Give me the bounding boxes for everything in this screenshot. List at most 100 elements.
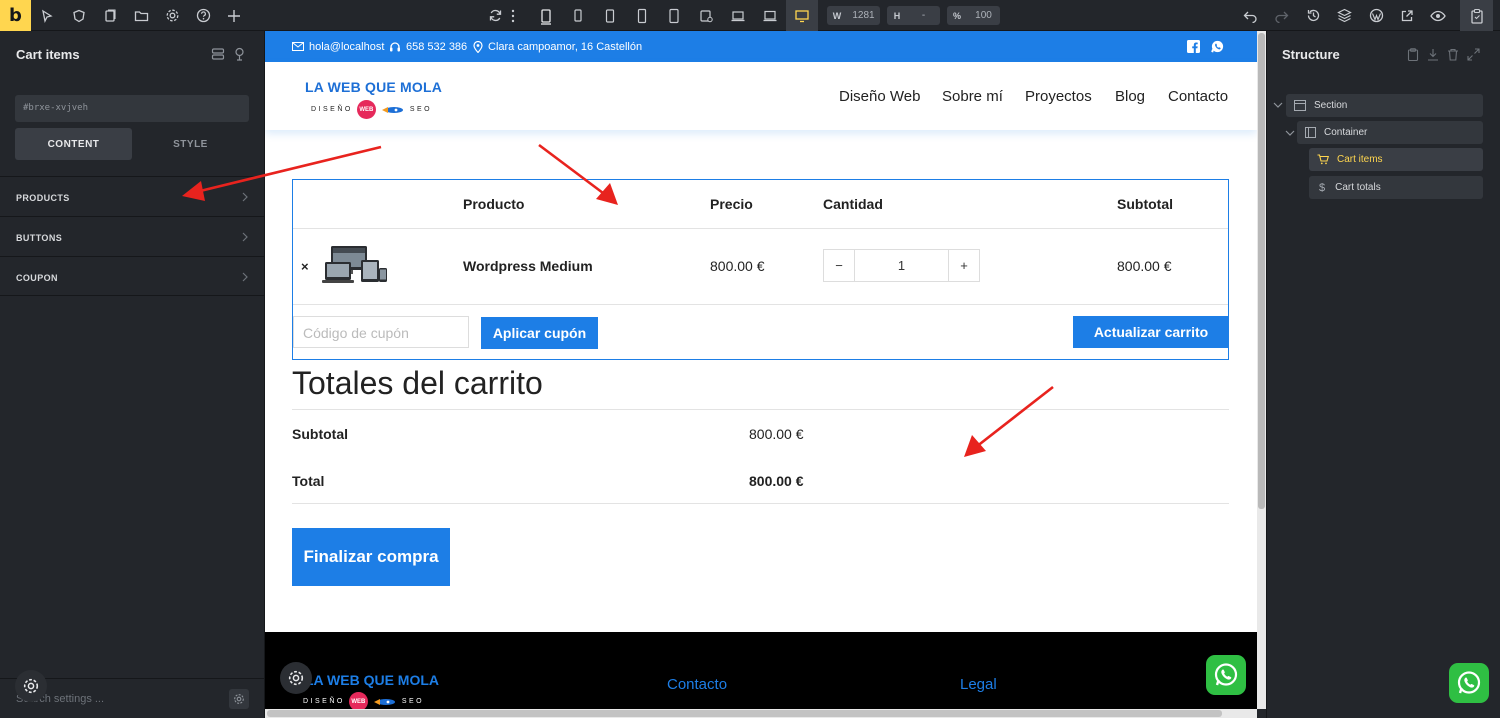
redo-icon[interactable] [1265, 0, 1297, 31]
accordion-coupon[interactable]: COUPON [0, 256, 264, 296]
floating-settings-gear-icon[interactable] [15, 670, 47, 702]
breakpoint-widescreen-icon[interactable] [786, 0, 818, 31]
download-icon[interactable] [1427, 48, 1439, 61]
qty-plus-button[interactable]: + [948, 250, 979, 281]
accordion-coupon-label: COUPON [16, 273, 58, 283]
breakpoint-mobile-portrait-icon[interactable] [562, 0, 594, 31]
totals-subtotal-label: Subtotal [292, 426, 348, 442]
search-settings-gear-icon[interactable] [229, 689, 249, 709]
tree-node-cart-items[interactable]: Cart items [1309, 148, 1483, 171]
footer-logo-name[interactable]: LA WEB QUE MOLA [305, 672, 439, 688]
apply-coupon-button[interactable]: Aplicar cupón [481, 317, 598, 349]
layers-icon[interactable] [1328, 0, 1360, 31]
canvas-height-field[interactable]: H - [887, 6, 940, 25]
wordpress-icon[interactable] [1360, 0, 1392, 31]
pin-icon[interactable] [233, 47, 246, 61]
external-link-icon[interactable] [1391, 0, 1423, 31]
chevron-right-icon [242, 232, 248, 242]
scrollbar-thumb[interactable] [1258, 33, 1265, 509]
coupon-code-input[interactable]: Código de cupón [293, 316, 469, 348]
tab-style[interactable]: STYLE [132, 128, 249, 160]
topbar-phone[interactable]: 658 532 386 [389, 41, 467, 53]
cart-items-table[interactable]: Producto Precio Cantidad Subtotal × Word… [292, 179, 1229, 360]
whatsapp-float-icon[interactable] [1449, 663, 1489, 703]
select-cursor-icon[interactable] [31, 0, 63, 31]
breakpoint-base-icon[interactable] [530, 0, 562, 31]
topbar-address-text: Clara campoamor, 16 Castellón [488, 40, 643, 53]
expand-icon[interactable] [1467, 48, 1480, 61]
class-manager-icon[interactable] [211, 47, 225, 61]
col-header-precio: Precio [710, 196, 753, 212]
builder-toolbar: b W 1281 H - % 100 [0, 0, 1500, 31]
nav-proyectos[interactable]: Proyectos [1025, 88, 1092, 105]
nav-blog[interactable]: Blog [1115, 88, 1145, 105]
quantity-stepper[interactable]: − 1 + [823, 249, 980, 282]
topbar-email[interactable]: hola@localhost [292, 41, 384, 53]
breakpoint-tablet-landscape-icon[interactable] [690, 0, 722, 31]
scrollbar-thumb[interactable] [267, 710, 1222, 717]
nav-sobre-mi[interactable]: Sobre mí [942, 88, 1003, 105]
remove-item-button[interactable]: × [301, 259, 309, 274]
chevron-down-icon[interactable] [1273, 102, 1283, 108]
qty-input[interactable]: 1 [855, 250, 948, 281]
tree-node-section[interactable]: Section [1286, 94, 1483, 117]
canvas-vertical-scrollbar[interactable] [1257, 31, 1266, 709]
add-element-icon[interactable] [218, 0, 250, 31]
checkout-button[interactable]: Finalizar compra [292, 528, 450, 586]
nav-diseno-web[interactable]: Diseño Web [839, 88, 920, 105]
preview-eye-icon[interactable] [1422, 0, 1454, 31]
map-pin-icon [473, 40, 483, 53]
whatsapp-float-icon[interactable] [1206, 655, 1246, 695]
product-thumbnail[interactable] [321, 242, 391, 290]
product-name-link[interactable]: Wordpress Medium [463, 258, 593, 274]
nav-contacto[interactable]: Contacto [1168, 88, 1228, 105]
help-icon[interactable] [187, 0, 219, 31]
footer-logo-word-diseno: DISEÑO [303, 698, 345, 705]
more-vertical-icon[interactable] [503, 0, 523, 31]
canvas-horizontal-scrollbar[interactable] [265, 709, 1257, 718]
breakpoint-desktop-icon[interactable] [754, 0, 786, 31]
site-logo-name[interactable]: LA WEB QUE MOLA [305, 79, 442, 95]
history-icon[interactable] [1297, 0, 1329, 31]
folder-icon[interactable] [125, 0, 157, 31]
product-price: 800.00 € [710, 258, 765, 274]
element-id-field[interactable]: #brxe-xvjveh [15, 95, 249, 122]
chevron-down-icon[interactable] [1285, 130, 1295, 136]
shield-icon[interactable] [63, 0, 95, 31]
tab-content[interactable]: CONTENT [15, 128, 132, 160]
canvas-settings-gear-icon[interactable] [280, 662, 312, 694]
footer-logo-web-badge: WEB [348, 692, 368, 709]
save-clipboard-icon[interactable] [1460, 0, 1493, 31]
tree-node-container[interactable]: Container [1297, 121, 1483, 144]
breakpoint-tablet-portrait-icon[interactable] [626, 0, 658, 31]
structure-title: Structure [1282, 47, 1340, 62]
breakpoint-mobile-landscape-icon[interactable] [594, 0, 626, 31]
cart-icon [1317, 154, 1329, 165]
breakpoint-laptop-icon[interactable] [722, 0, 754, 31]
trash-icon[interactable] [1447, 48, 1459, 61]
site-logo-tagline: DISEÑO WEB SEO [311, 100, 432, 119]
undo-icon[interactable] [1234, 0, 1266, 31]
site-topbar: hola@localhost 658 532 386 Clara campoam… [265, 31, 1257, 62]
site-header: LA WEB QUE MOLA DISEÑO WEB SEO Diseño We… [265, 62, 1257, 130]
settings-gear-icon[interactable] [156, 0, 188, 31]
tree-node-container-label: Container [1324, 127, 1368, 138]
product-subtotal: 800.00 € [1117, 258, 1172, 274]
bricks-logo[interactable]: b [0, 0, 31, 31]
qty-minus-button[interactable]: − [824, 250, 855, 281]
tree-node-cart-totals[interactable]: $ Cart totals [1309, 176, 1483, 199]
accordion-buttons[interactable]: BUTTONS [0, 216, 264, 256]
breakpoint-tablet-icon[interactable] [658, 0, 690, 31]
canvas-width-field[interactable]: W 1281 [827, 6, 880, 25]
update-cart-button[interactable]: Actualizar carrito [1073, 316, 1229, 348]
canvas-zoom-field[interactable]: % 100 [947, 6, 1000, 25]
chevron-right-icon [242, 192, 248, 202]
preview-canvas: hola@localhost 658 532 386 Clara campoam… [265, 31, 1257, 709]
clipboard-icon[interactable] [1407, 48, 1419, 61]
facebook-icon[interactable] [1187, 40, 1200, 53]
pages-icon[interactable] [94, 0, 126, 31]
section-icon [1294, 100, 1306, 111]
table-divider [293, 304, 1228, 305]
whatsapp-small-icon[interactable] [1211, 40, 1224, 53]
accordion-products[interactable]: PRODUCTS [0, 176, 264, 216]
